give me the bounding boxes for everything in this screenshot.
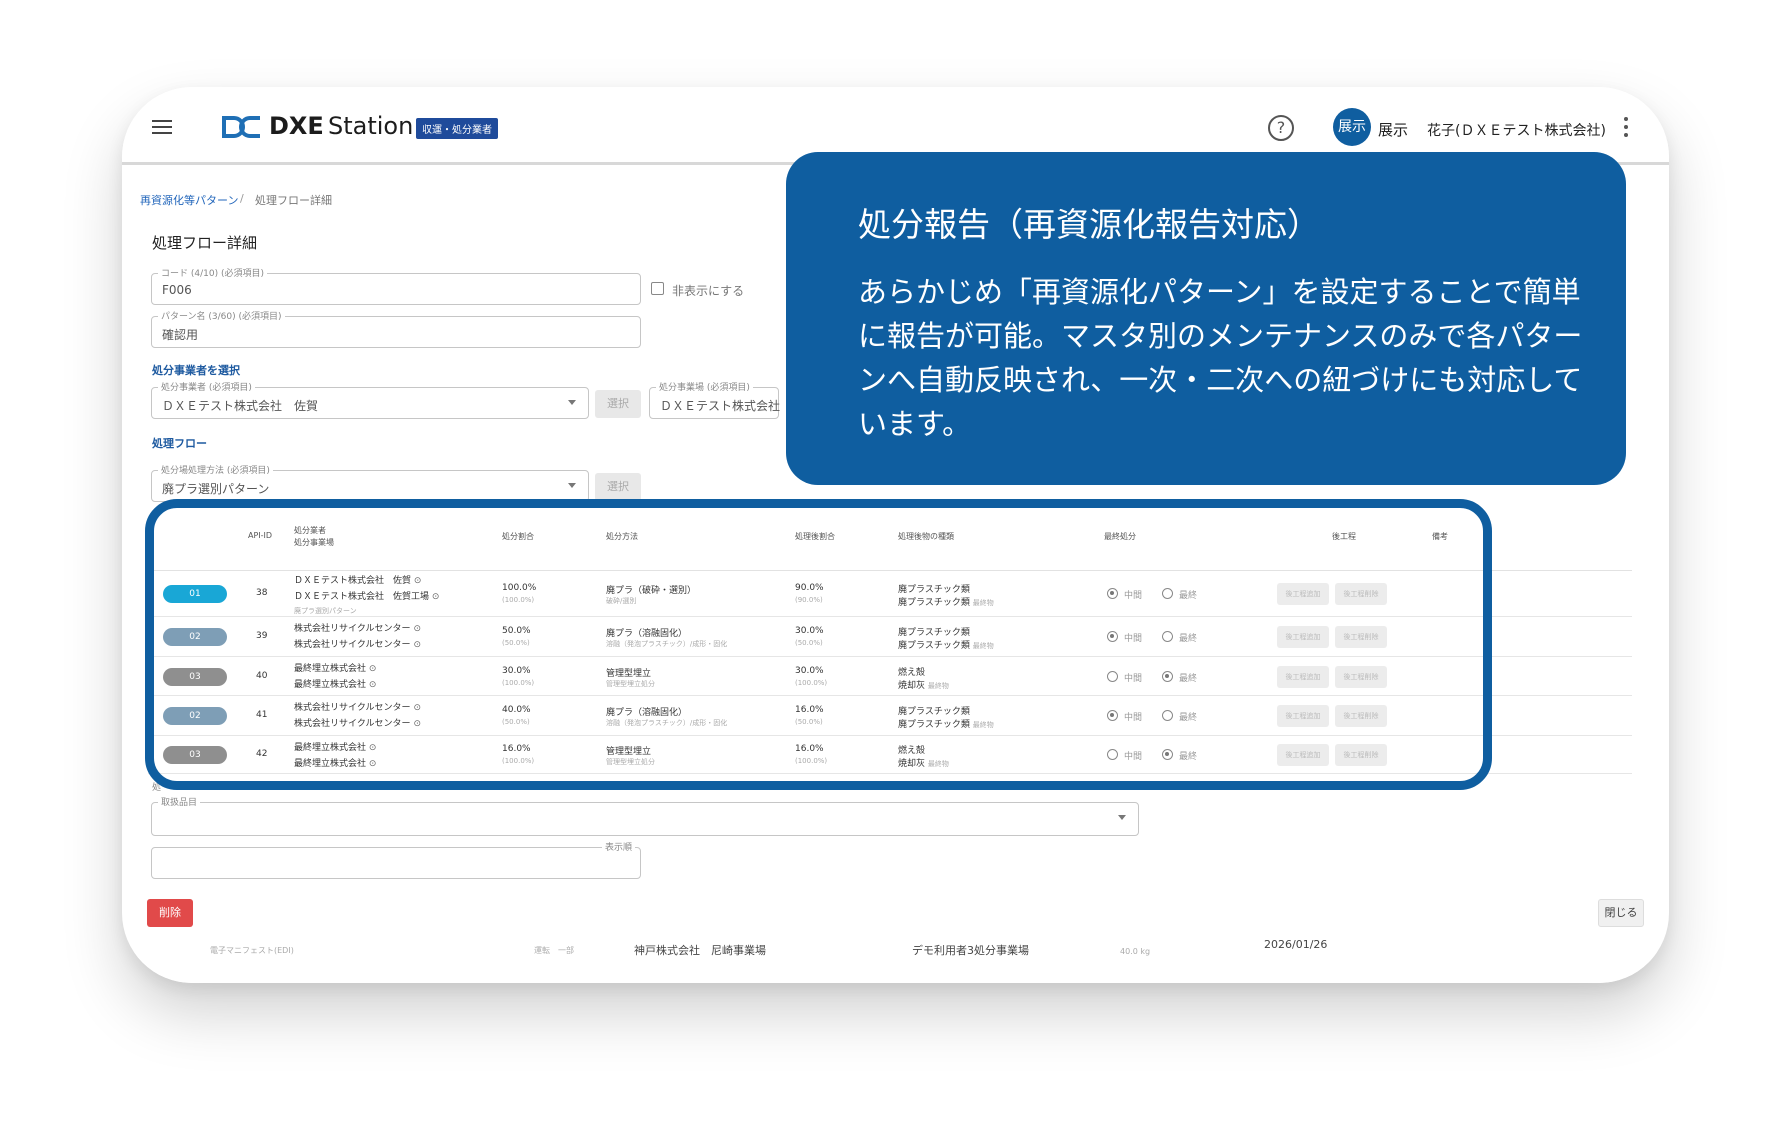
code-field[interactable]: コード (4/10) (必須項目) F006 [151,266,641,305]
user-display-name: 展示 [1378,121,1409,139]
close-button[interactable]: 閉じる [1598,899,1644,927]
menu-icon[interactable] [152,120,172,134]
flow-heading: 処理フロー [152,437,207,450]
operator-select[interactable]: 処分事業者 (必須項目) ＤＸＥテスト株式会社 佐賀 [151,380,589,419]
bg-facility: デモ利用者3処分事業場 [912,944,1029,957]
operator-select-value: ＤＸＥテスト株式会社 佐賀 [162,399,319,413]
pattern-name-field[interactable]: パターン名 (3/60) (必須項目) 確認用 [151,309,641,348]
breadcrumb-parent-link[interactable]: 再資源化等パターン [140,192,238,208]
bg-company: 神戸株式会社 尼崎事業場 [634,944,766,957]
role-badge: 収運・処分業者 [416,118,498,139]
breadcrumb-current: 処理フロー詳細 [255,194,332,207]
hide-checkbox[interactable] [651,282,664,295]
feature-callout: 処分報告（再資源化報告対応） あらかじめ「再資源化パターン」を設定することで簡単… [786,152,1626,485]
operator-select-label: 処分事業者 (必須項目) [158,380,255,393]
delete-button[interactable]: 削除 [147,899,193,927]
user-company-name: 花子(ＤＸＥテスト株式会社) [1427,123,1606,139]
dialog-title: 処理フロー詳細 [152,234,258,252]
display-order-field[interactable]: 表示順 [151,840,641,879]
table-highlight-frame [145,499,1492,790]
chevron-down-icon [568,483,576,488]
chevron-down-icon [1118,815,1126,820]
site-select[interactable]: 処分事業場 (必須項目) ＤＸＥテスト株式会社 [649,380,781,419]
items-select-label: 取扱品目 [158,795,201,808]
site-select-value: ＤＸＥテスト株式会社 [660,399,781,413]
select-operator-heading: 処分事業者を選択 [152,364,240,377]
display-order-label: 表示順 [602,840,636,853]
callout-title: 処分報告（再資源化報告対応） [858,205,1320,244]
chevron-down-icon [568,400,576,405]
bg-transport: 運転 一部 [534,946,574,955]
method-select-label: 処分場処理方法 (必須項目) [158,463,273,476]
code-field-label: コード (4/10) (必須項目) [158,266,267,279]
hide-checkbox-label: 非表示にする [672,284,745,298]
logo-dxe-text: DXE [269,112,324,140]
breadcrumb-separator: / [240,192,244,205]
bg-date: 2026/01/26 [1264,938,1328,951]
more-vertical-icon[interactable] [1624,117,1628,141]
avatar[interactable]: 展示 [1333,108,1371,146]
pattern-name-value: 確認用 [162,328,199,342]
site-select-label: 処分事業場 (必須項目) [656,380,753,393]
help-icon[interactable]: ? [1268,115,1294,141]
method-select-value: 廃プラ選別パターン [162,482,270,496]
bg-weight: 40.0 kg [1120,947,1151,956]
pattern-name-label: パターン名 (3/60) (必須項目) [158,309,285,322]
operator-select-button[interactable]: 選択 [595,390,641,418]
callout-body: あらかじめ「再資源化パターン」を設定することで簡単に報告が可能。マスタ別のメンテ… [858,275,1583,441]
bg-manifest-type: 電子マニフェスト(EDI) [210,946,294,955]
method-select-button[interactable]: 選択 [595,473,641,501]
code-field-value: F006 [162,283,192,297]
logo-station-text: Station [328,112,414,140]
method-select[interactable]: 処分場処理方法 (必須項目) 廃プラ選別パターン [151,463,589,502]
device-frame: DXE Station 収運・処分業者 ? 展示 展示 花子(ＤＸＥテスト株式会… [122,87,1669,983]
dxe-logo-icon [222,116,260,138]
items-select[interactable]: 取扱品目 [151,795,1139,836]
